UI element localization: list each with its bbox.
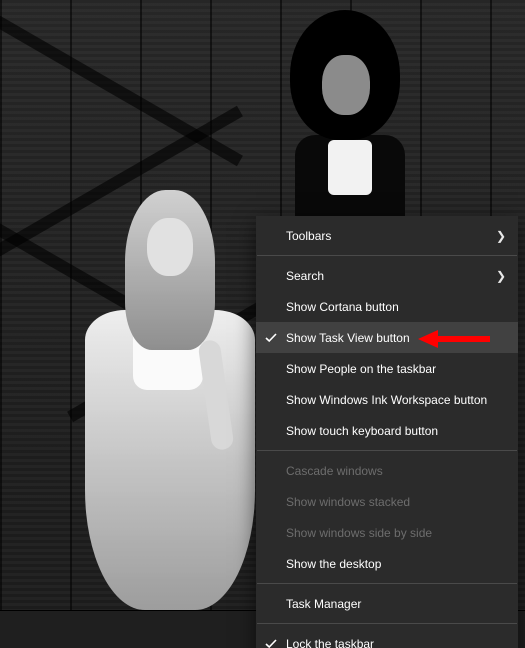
menu-item-label: Show People on the taskbar xyxy=(286,362,506,376)
menu-item-show-task-view-button[interactable]: Show Task View button xyxy=(256,322,518,353)
menu-item-label: Toolbars xyxy=(286,229,490,243)
taskbar-context-menu: Toolbars ❯ Search ❯ Show Cortana button Show … xyxy=(256,216,518,648)
chevron-right-icon: ❯ xyxy=(496,229,506,243)
menu-item-label: Show windows stacked xyxy=(286,495,506,509)
menu-item-task-manager[interactable]: Task Manager xyxy=(256,588,518,619)
chevron-right-icon: ❯ xyxy=(496,269,506,283)
menu-item-label: Search xyxy=(286,269,490,283)
menu-item-label: Show Cortana button xyxy=(286,300,506,314)
menu-separator xyxy=(257,583,517,584)
menu-item-show-windows-side-by-side: Show windows side by side xyxy=(256,517,518,548)
menu-item-label: Cascade windows xyxy=(286,464,506,478)
menu-item-label: Show the desktop xyxy=(286,557,506,571)
menu-item-label: Show Task View button xyxy=(286,331,506,345)
menu-item-label: Lock the taskbar xyxy=(286,637,506,648)
wallpaper-decor xyxy=(0,6,243,166)
menu-item-label: Task Manager xyxy=(286,597,506,611)
menu-item-label: Show windows side by side xyxy=(286,526,506,540)
menu-item-show-windows-ink-workspace-button[interactable]: Show Windows Ink Workspace button xyxy=(256,384,518,415)
menu-separator xyxy=(257,450,517,451)
menu-separator xyxy=(257,623,517,624)
wallpaper-figure-sitting xyxy=(55,190,265,610)
menu-item-show-windows-stacked: Show windows stacked xyxy=(256,486,518,517)
menu-item-show-cortana-button[interactable]: Show Cortana button xyxy=(256,291,518,322)
menu-item-show-the-desktop[interactable]: Show the desktop xyxy=(256,548,518,579)
menu-item-label: Show touch keyboard button xyxy=(286,424,506,438)
menu-item-cascade-windows: Cascade windows xyxy=(256,455,518,486)
menu-item-label: Show Windows Ink Workspace button xyxy=(286,393,506,407)
menu-item-search[interactable]: Search ❯ xyxy=(256,260,518,291)
menu-item-show-touch-keyboard-button[interactable]: Show touch keyboard button xyxy=(256,415,518,446)
menu-item-lock-the-taskbar[interactable]: Lock the taskbar xyxy=(256,628,518,648)
menu-separator xyxy=(257,255,517,256)
menu-item-toolbars[interactable]: Toolbars ❯ xyxy=(256,220,518,251)
check-icon xyxy=(256,332,286,344)
check-icon xyxy=(256,638,286,648)
menu-item-show-people-on-the-taskbar[interactable]: Show People on the taskbar xyxy=(256,353,518,384)
